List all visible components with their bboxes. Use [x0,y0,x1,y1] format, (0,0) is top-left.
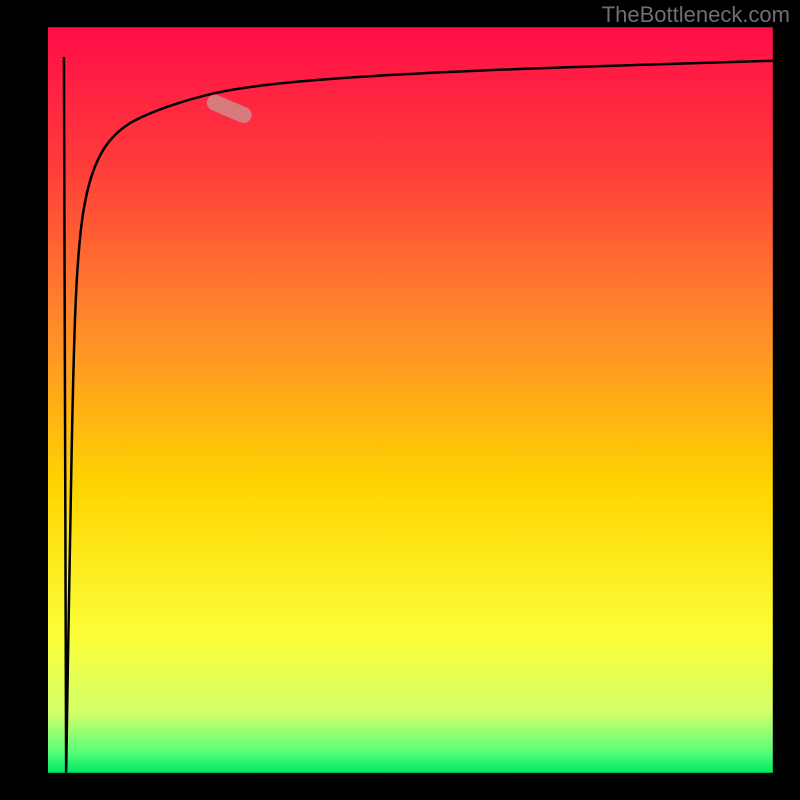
attribution-watermark: TheBottleneck.com [602,2,790,28]
chart-frame: TheBottleneck.com [0,0,800,800]
bottleneck-chart [0,0,800,800]
plot-area [48,27,773,773]
